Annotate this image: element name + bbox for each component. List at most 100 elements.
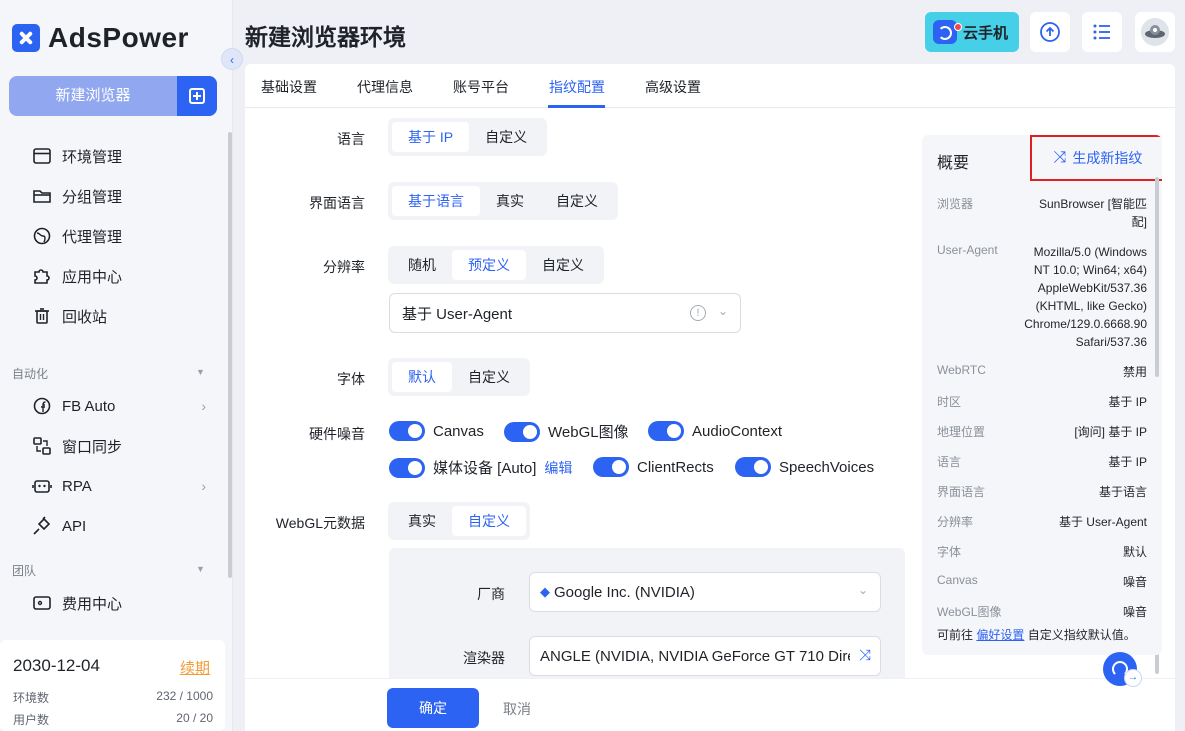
cloud-phone-button[interactable]: 云手机 bbox=[925, 12, 1019, 52]
summary-scrollbar[interactable] bbox=[1155, 177, 1159, 377]
generate-fingerprint-label: 生成新指纹 bbox=[1072, 150, 1143, 166]
section-automation-label[interactable]: 自动化 bbox=[12, 365, 48, 382]
avatar-button[interactable] bbox=[1135, 12, 1175, 52]
chevron-down-icon: ⌄ bbox=[857, 583, 868, 597]
caret-down-icon[interactable]: ▼ bbox=[196, 367, 205, 377]
vendor-select[interactable]: ◆ Google Inc. (NVIDIA) ⌄ bbox=[529, 572, 881, 612]
summary-key: 浏览器 bbox=[937, 197, 974, 211]
shuffle-icon[interactable]: ⤨ bbox=[850, 637, 880, 675]
section-team-label[interactable]: 团队 bbox=[12, 562, 36, 579]
tab-basic[interactable]: 基础设置 bbox=[261, 77, 317, 97]
sidebar-item-trash[interactable]: 回收站 bbox=[32, 304, 212, 328]
env-count-label: 环境数 bbox=[13, 691, 50, 705]
env-count-value: 232 / 1000 bbox=[156, 689, 213, 703]
summary-key: 地理位置 bbox=[937, 425, 986, 439]
sidebar-item-window-sync[interactable]: 窗口同步 bbox=[32, 434, 212, 458]
font-option-default[interactable]: 默认 bbox=[392, 362, 452, 392]
support-chat-button[interactable] bbox=[1103, 652, 1141, 686]
summary-value: SunBrowser [智能匹 配] bbox=[1038, 197, 1147, 229]
sidebar-item-api[interactable]: API bbox=[32, 514, 212, 538]
sidebar-item-label: 分组管理 bbox=[62, 188, 123, 206]
sidebar-item-fb-auto[interactable]: FB Auto › bbox=[32, 394, 212, 418]
summary-key: 分辨率 bbox=[937, 515, 974, 529]
renew-link[interactable]: 续期 bbox=[180, 657, 210, 678]
tab-fingerprint[interactable]: 指纹配置 bbox=[549, 77, 605, 97]
brand-logo[interactable]: AdsPower bbox=[12, 22, 189, 54]
toggle-label: Canvas bbox=[433, 422, 484, 440]
confirm-button[interactable]: 确定 bbox=[387, 688, 479, 728]
summary-value: 基于语言 bbox=[1098, 485, 1147, 499]
facebook-icon bbox=[32, 396, 52, 416]
webgl-meta-segmented: 真实 自定义 bbox=[388, 502, 530, 540]
webgl-option-custom[interactable]: 自定义 bbox=[452, 506, 526, 536]
new-browser-label[interactable]: 新建浏览器 bbox=[9, 76, 177, 116]
ui-language-option-custom[interactable]: 自定义 bbox=[540, 186, 614, 216]
tab-bar: 基础设置 代理信息 账号平台 指纹配置 高级设置 bbox=[245, 64, 1175, 108]
resolution-option-predefined[interactable]: 预定义 bbox=[452, 250, 526, 280]
toggle-clientrects[interactable]: ClientRects bbox=[593, 457, 714, 477]
generate-fingerprint-button[interactable]: ⤨ 生成新指纹 bbox=[1030, 135, 1162, 181]
sidebar-item-label: 应用中心 bbox=[62, 268, 123, 286]
caret-down-icon[interactable]: ▼ bbox=[196, 564, 205, 574]
toggle-canvas[interactable]: Canvas bbox=[389, 421, 484, 441]
font-option-custom[interactable]: 自定义 bbox=[452, 362, 526, 392]
preferences-link[interactable]: 偏好设置 bbox=[976, 628, 1024, 642]
toggle-switch[interactable] bbox=[389, 421, 425, 441]
toggle-webgl-image[interactable]: WebGL图像 bbox=[504, 421, 629, 442]
summary-footer: 可前往 偏好设置 自定义指纹默认值。 bbox=[937, 626, 1162, 643]
sidebar-item-proxy[interactable]: 代理管理 bbox=[32, 224, 212, 248]
upload-icon bbox=[1040, 22, 1060, 42]
task-list-button[interactable] bbox=[1082, 12, 1122, 52]
media-devices-edit-link[interactable]: 编辑 bbox=[544, 458, 572, 478]
ui-language-option-real[interactable]: 真实 bbox=[480, 186, 540, 216]
sidebar-item-apps[interactable]: 应用中心 bbox=[32, 264, 212, 288]
avatar-icon bbox=[1141, 18, 1169, 46]
toggle-switch[interactable] bbox=[648, 421, 684, 441]
add-browser-icon[interactable] bbox=[177, 76, 217, 116]
cloud-phone-label: 云手机 bbox=[963, 24, 1009, 42]
language-segmented: 基于 IP 自定义 bbox=[388, 118, 548, 156]
toggle-audiocontext[interactable]: AudioContext bbox=[648, 421, 782, 441]
toggle-media-devices[interactable]: 媒体设备 [Auto] 编辑 bbox=[389, 457, 572, 478]
sidebar-item-groups[interactable]: 分组管理 bbox=[32, 184, 212, 208]
sidebar-item-rpa[interactable]: RPA › bbox=[32, 474, 212, 498]
vendor-label: 厂商 bbox=[477, 586, 505, 602]
summary-key: WebGL图像 bbox=[937, 605, 1002, 619]
resolution-option-random[interactable]: 随机 bbox=[392, 250, 452, 280]
toggle-label: 媒体设备 [Auto] bbox=[433, 460, 537, 477]
list-icon bbox=[1093, 24, 1110, 40]
webgl-option-real[interactable]: 真实 bbox=[392, 506, 452, 536]
tab-account[interactable]: 账号平台 bbox=[453, 77, 509, 97]
sidebar-item-label: FB Auto bbox=[62, 397, 116, 415]
toggle-switch[interactable] bbox=[735, 457, 771, 477]
collapse-sidebar-button[interactable]: ‹ bbox=[221, 48, 243, 70]
toggle-switch[interactable] bbox=[504, 421, 540, 442]
new-browser-button[interactable]: 新建浏览器 bbox=[9, 76, 217, 116]
tab-advanced[interactable]: 高级设置 bbox=[645, 77, 701, 97]
upload-button[interactable] bbox=[1030, 12, 1070, 52]
font-label: 字体 bbox=[337, 371, 365, 387]
sidebar-item-billing[interactable]: 费用中心 bbox=[32, 591, 212, 615]
sidebar-scrollbar[interactable] bbox=[228, 132, 232, 578]
info-icon[interactable]: ! bbox=[690, 305, 706, 321]
main-panel: 基础设置 代理信息 账号平台 指纹配置 高级设置 语言 基于 IP 自定义 界面… bbox=[245, 64, 1175, 731]
resolution-select[interactable]: 基于 User-Agent ! ⌄ bbox=[389, 293, 741, 333]
sidebar-item-env[interactable]: 环境管理 bbox=[32, 144, 212, 168]
toggle-switch[interactable] bbox=[593, 457, 629, 477]
language-option-ip[interactable]: 基于 IP bbox=[392, 122, 470, 152]
form-footer: 确定 取消 bbox=[245, 678, 1175, 731]
language-option-custom[interactable]: 自定义 bbox=[469, 122, 543, 152]
toggle-label: SpeechVoices bbox=[779, 458, 875, 476]
toggle-switch[interactable] bbox=[389, 457, 425, 478]
toggle-label: WebGL图像 bbox=[548, 424, 629, 441]
renderer-input[interactable]: ANGLE (NVIDIA, NVIDIA GeForce GT 710 Dir… bbox=[529, 636, 881, 676]
ui-language-option-based[interactable]: 基于语言 bbox=[392, 186, 480, 216]
cancel-button[interactable]: 取消 bbox=[503, 699, 531, 719]
webgl-meta-label: WebGL元数据 bbox=[275, 515, 365, 531]
tab-proxy[interactable]: 代理信息 bbox=[357, 77, 413, 97]
resolution-option-custom[interactable]: 自定义 bbox=[526, 250, 600, 280]
toggle-speechvoices[interactable]: SpeechVoices bbox=[735, 457, 874, 477]
user-count-value: 20 / 20 bbox=[176, 711, 213, 725]
summary-footer-prefix: 可前往 bbox=[937, 628, 974, 642]
resolution-label: 分辨率 bbox=[323, 259, 365, 275]
